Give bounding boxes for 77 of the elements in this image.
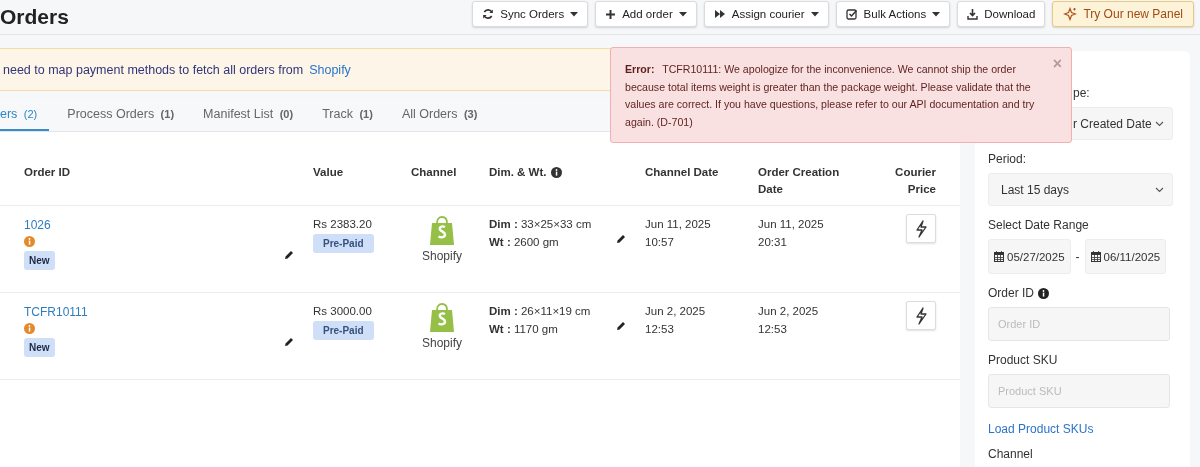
pencil-icon [616, 321, 626, 331]
try-panel-button[interactable]: Try Our new Panel [1052, 1, 1194, 27]
chevron-down-icon [1155, 186, 1164, 193]
toolbar-button[interactable]: Download [957, 1, 1046, 27]
column-header: Order ID [24, 165, 71, 180]
shopify-link[interactable]: Shopify [309, 62, 351, 77]
courier-price-button[interactable] [906, 214, 936, 243]
toolbar-button[interactable]: Bulk Actions [835, 1, 951, 27]
field-label: Select Date Range [988, 218, 1089, 232]
field-label: Period: [988, 152, 1027, 166]
toolbar-button[interactable]: Assign courier [703, 1, 829, 27]
column-header: Value [313, 165, 345, 180]
calendar-icon [994, 251, 1004, 262]
info-icon [24, 236, 35, 247]
date-text: Jun 2, 2025 [645, 305, 706, 317]
field-label: Channel [988, 448, 1034, 461]
date-text: Jun 2, 2025 [758, 305, 819, 317]
order-id-link[interactable]: TCFR10111 [24, 305, 88, 319]
column-header: Channel Date [645, 165, 720, 180]
weight-text: Wt : 1170 gm [489, 323, 558, 335]
order-id-link[interactable]: 1026 [24, 218, 51, 232]
tab[interactable]: Track (1) [322, 98, 391, 131]
field-label: Order ID [988, 286, 1034, 300]
checkbox-icon [845, 8, 858, 20]
lightning-icon [915, 219, 927, 238]
fast-forward-icon [713, 9, 726, 19]
date-text: 20:31 [758, 236, 787, 248]
date-text: Jun 11, 2025 [758, 218, 824, 230]
date-field[interactable]: 05/27/2025 [988, 239, 1071, 274]
toolbar-button[interactable]: Sync Orders [472, 1, 589, 27]
status-badge: New [24, 251, 55, 270]
sync-icon [482, 8, 495, 20]
column-header: Dim. & Wt. [489, 165, 547, 180]
lightning-icon [915, 306, 927, 325]
date-field[interactable]: 06/11/2025 [1084, 239, 1167, 274]
order-value: Rs 2383.20 [313, 218, 372, 230]
sparkle-icon [1063, 7, 1078, 21]
channel-name: Shopify [422, 336, 462, 350]
shopping-bag-icon [429, 303, 455, 333]
info-icon [24, 323, 35, 334]
dropdown[interactable]: Last 15 days [988, 173, 1173, 206]
toolbar-button[interactable]: Add order [595, 1, 697, 27]
calendar-icon [1090, 251, 1101, 262]
date-text: 12:53 [758, 323, 787, 335]
column-header: Channel [411, 165, 458, 180]
date-text: Jun 11, 2025 [645, 218, 711, 230]
banner-text: need to map payment methods to fetch all orders from [3, 62, 304, 77]
tab[interactable]: Process Orders (1) [67, 98, 193, 131]
page-title: Orders [0, 5, 69, 29]
weight-text: Wt : 2600 gm [489, 236, 559, 248]
load-skus-link[interactable]: Load Product SKUs [988, 422, 1094, 436]
courier-price-button[interactable] [906, 301, 936, 330]
pencil-icon [284, 337, 294, 347]
dimensions-text: Dim : 33×25×33 cm [489, 218, 592, 230]
chevron-down-icon [1155, 120, 1164, 127]
date-text: 10:57 [645, 236, 674, 248]
order-value: Rs 3000.00 [313, 305, 372, 317]
plus-icon [605, 8, 617, 20]
shopping-bag-icon [429, 216, 455, 246]
download-icon [967, 8, 979, 20]
range-separator: - [1075, 249, 1080, 264]
tab[interactable]: Manifest List (0) [203, 98, 312, 131]
status-badge: New [24, 338, 55, 357]
pencil-icon [616, 234, 626, 244]
tab[interactable]: All Orders (3) [401, 98, 496, 131]
text-field[interactable]: Order ID [988, 307, 1170, 341]
pencil-icon [284, 250, 294, 260]
dimensions-text: Dim : 26×11×19 cm [489, 305, 591, 317]
field-label: pe: [1073, 86, 1090, 100]
date-text: 12:53 [645, 323, 674, 335]
text-field[interactable]: Product SKU [988, 374, 1170, 408]
field-label: Product SKU [988, 353, 1058, 367]
payment-badge: Pre-Paid [313, 321, 374, 340]
column-header: Courier Price [894, 165, 936, 197]
column-header: Order Creation Date [758, 165, 841, 197]
channel-name: Shopify [422, 249, 462, 263]
payment-badge: Pre-Paid [313, 234, 374, 253]
